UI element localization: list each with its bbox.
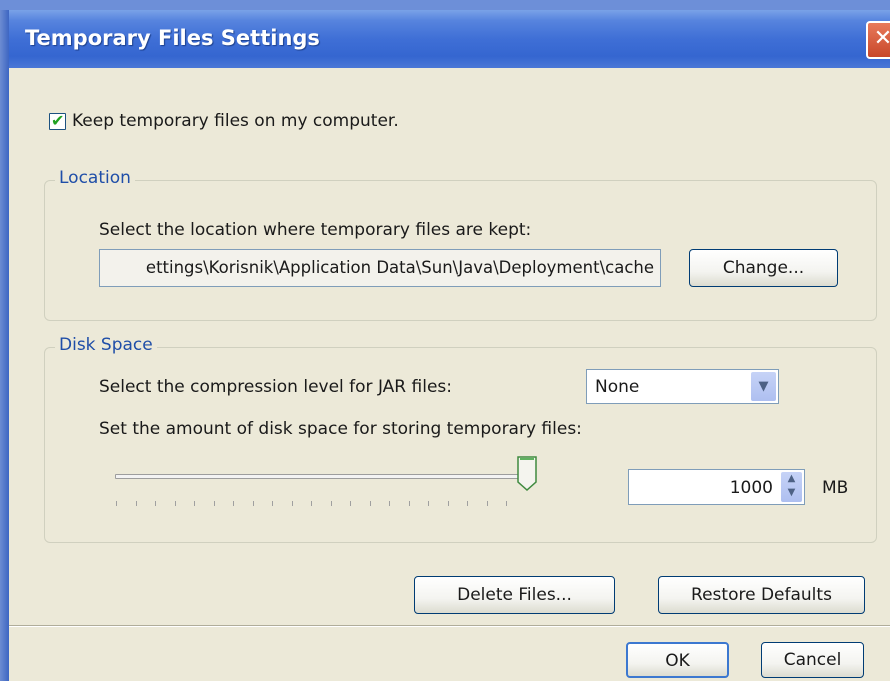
slider-tick (135, 501, 137, 506)
slider-tick (389, 501, 390, 506)
slider-tick (311, 501, 312, 506)
disk-amount-label: Set the amount of disk space for storing… (99, 419, 582, 439)
close-icon: ✕ (873, 26, 890, 51)
slider-tick (506, 501, 507, 506)
ok-button-label: OK (665, 651, 690, 671)
dialog-separator (9, 625, 890, 627)
slider-tick (155, 501, 156, 506)
slider-tick (330, 501, 332, 506)
slider-tick (174, 501, 176, 506)
ok-button[interactable]: OK (626, 642, 729, 678)
location-legend: Location (55, 168, 135, 188)
size-unit: MB (822, 478, 849, 498)
checkmark-icon: ✔ (51, 111, 65, 130)
slider-tick (116, 501, 117, 506)
cancel-button-label: Cancel (783, 650, 842, 670)
cache-path-value: ettings\Korisnik\Application Data\Sun\Ja… (145, 258, 654, 277)
dialog-title: Temporary Files Settings (25, 26, 320, 50)
slider-tick (369, 501, 371, 506)
close-button[interactable]: ✕ (866, 21, 890, 59)
slider-tick (428, 501, 429, 506)
disk-space-slider-track[interactable] (115, 474, 527, 479)
disk-size-spinner[interactable]: 1000 ▲ ▼ (628, 469, 805, 505)
temporary-files-dialog: Temporary Files Settings ✕ ✔ Keep tempor… (9, 10, 890, 681)
disk-space-slider-thumb[interactable] (517, 456, 537, 491)
restore-defaults-label: Restore Defaults (691, 585, 832, 605)
change-button-label: Change... (722, 258, 805, 278)
slider-tick (350, 501, 351, 506)
slider-tick (194, 501, 195, 506)
cache-path-field[interactable]: ettings\Korisnik\Application Data\Sun\Ja… (99, 249, 661, 287)
title-bar[interactable]: Temporary Files Settings ✕ (9, 10, 890, 68)
slider-tick (467, 501, 468, 506)
delete-files-button[interactable]: Delete Files... (414, 576, 615, 614)
restore-defaults-button[interactable]: Restore Defaults (658, 576, 865, 614)
compression-value: None (595, 377, 640, 397)
slider-tick (213, 501, 215, 506)
keep-files-label[interactable]: Keep temporary files on my computer. (72, 111, 399, 131)
keep-files-checkbox[interactable]: ✔ (49, 111, 66, 130)
slider-tick (486, 501, 488, 506)
chevron-down-icon[interactable]: ▼ (751, 372, 776, 401)
slider-tick (233, 501, 234, 506)
compression-select[interactable]: None ▼ (586, 369, 779, 404)
spinner-arrows-icon[interactable]: ▲ ▼ (781, 472, 802, 502)
background-window-edge (0, 10, 9, 681)
slider-tick (272, 501, 273, 506)
slider-tick (447, 501, 449, 506)
location-instruction: Select the location where temporary file… (99, 220, 532, 240)
slider-tick (291, 501, 293, 506)
delete-files-label: Delete Files... (457, 585, 572, 605)
dialog-body: ✔ Keep temporary files on my computer. L… (9, 68, 890, 681)
compression-label: Select the compression level for JAR fil… (99, 377, 452, 397)
desktop-background (0, 0, 890, 10)
slider-tick (252, 501, 254, 506)
cancel-button[interactable]: Cancel (761, 642, 864, 678)
disk-space-legend: Disk Space (55, 335, 157, 355)
slider-tick (408, 501, 410, 506)
disk-size-value: 1000 (729, 478, 773, 498)
change-button[interactable]: Change... (689, 249, 838, 287)
